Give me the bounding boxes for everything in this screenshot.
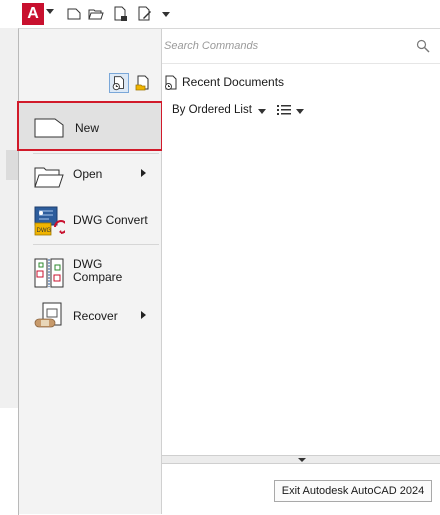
submenu-arrow-icon bbox=[141, 169, 146, 177]
application-menu: New Open DWG DWG Convert DWG Compare Rec… bbox=[17, 28, 440, 515]
list-view-caret-icon[interactable] bbox=[296, 109, 304, 114]
new-file-icon[interactable] bbox=[66, 6, 82, 22]
dwg-convert-icon: DWG bbox=[34, 206, 65, 236]
search-underline bbox=[162, 63, 440, 64]
menu-item-label: DWG Convert bbox=[73, 213, 148, 227]
menu-item-new[interactable]: New bbox=[17, 101, 163, 151]
quick-access-toolbar: A bbox=[0, 0, 440, 28]
new-document-icon bbox=[34, 118, 64, 138]
search-icon[interactable] bbox=[416, 39, 430, 53]
workspace-background bbox=[0, 28, 18, 408]
recent-documents-view-icon[interactable] bbox=[109, 73, 129, 93]
search-input[interactable]: Search Commands bbox=[164, 40, 258, 52]
order-dropdown[interactable]: By Ordered List bbox=[172, 104, 252, 116]
open-folder-icon bbox=[34, 167, 64, 188]
menu-item-label: Recover bbox=[73, 309, 118, 323]
menu-item-open[interactable]: Open bbox=[19, 151, 162, 197]
menu-item-dwg-convert[interactable]: DWG DWG Convert bbox=[19, 197, 162, 243]
menu-item-label: New bbox=[75, 121, 100, 135]
recover-icon bbox=[34, 302, 62, 328]
menu-item-label-line2: Compare bbox=[73, 270, 123, 284]
recent-documents-title: Recent Documents bbox=[182, 75, 285, 89]
order-dropdown-caret-icon[interactable] bbox=[258, 109, 266, 114]
search-bar[interactable]: Search Commands bbox=[162, 35, 440, 64]
scroll-down-bar[interactable] bbox=[162, 455, 440, 464]
menu-item-recover[interactable]: Recover bbox=[19, 293, 162, 339]
menu-item-label: Open bbox=[73, 167, 103, 181]
menu-item-label-line1: DWG bbox=[73, 257, 103, 271]
open-documents-view-icon[interactable] bbox=[133, 73, 153, 93]
scroll-down-icon[interactable] bbox=[298, 458, 306, 462]
list-view-icon[interactable] bbox=[276, 103, 292, 117]
app-menu-dropdown-icon[interactable] bbox=[46, 9, 54, 14]
exit-button[interactable]: Exit Autodesk AutoCAD 2024 bbox=[274, 480, 432, 502]
svg-text:DWG: DWG bbox=[37, 228, 52, 234]
view-toggle-group bbox=[109, 71, 157, 95]
menu-left-pane: New Open DWG DWG Convert DWG Compare Rec… bbox=[17, 29, 163, 514]
workspace-background-tab bbox=[6, 150, 18, 180]
customize-toolbar-dropdown-icon[interactable] bbox=[162, 12, 170, 17]
open-folder-icon[interactable] bbox=[88, 6, 104, 22]
recent-documents-header: Recent Documents bbox=[165, 75, 285, 90]
save-as-icon[interactable] bbox=[136, 6, 152, 22]
dwg-compare-icon bbox=[34, 258, 64, 288]
submenu-arrow-icon bbox=[141, 311, 146, 319]
divider bbox=[33, 244, 159, 245]
application-menu-button[interactable]: A bbox=[22, 3, 44, 25]
save-icon[interactable] bbox=[112, 6, 128, 22]
recent-documents-icon bbox=[165, 75, 177, 90]
menu-right-pane: Search Commands Recent Documents By Orde… bbox=[162, 29, 440, 514]
